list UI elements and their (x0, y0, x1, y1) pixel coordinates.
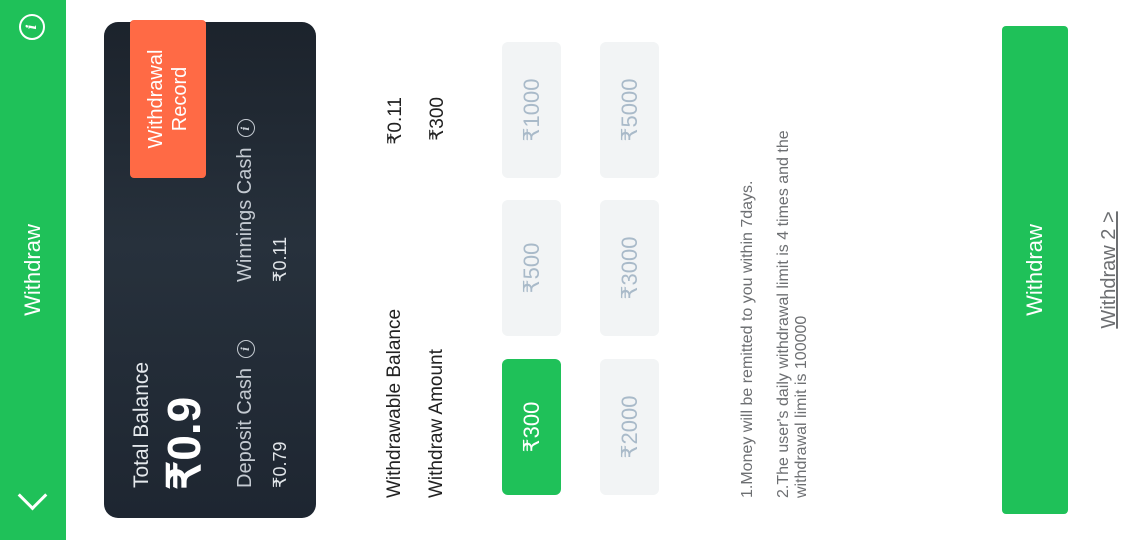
winnings-cash-value: ₹0.11 (270, 236, 290, 282)
winnings-cash-text: Winnings Cash (234, 147, 256, 282)
withdrawal-record-button[interactable]: Withdrawal Record (130, 20, 206, 178)
total-balance-label: Total Balance (130, 361, 153, 488)
withdrawable-balance-label: Withdrawable Balance (384, 308, 405, 498)
withdraw-screen: Withdraw i Total Balance ₹0.9 Withdrawal… (0, 0, 1148, 540)
balance-card: Total Balance ₹0.9 Withdrawal Record Dep… (104, 20, 316, 518)
withdrawable-balance-value: ₹0.11 (385, 97, 406, 145)
withdraw-2-link[interactable]: Withdraw 2 > (1098, 0, 1121, 540)
total-balance-value: ₹0.9 (158, 396, 210, 490)
withdraw-amount-label: Withdraw Amount (426, 349, 447, 498)
info-icon[interactable]: i (236, 339, 255, 358)
withdraw-button[interactable]: Withdraw (1002, 26, 1068, 514)
page-title: Withdraw (20, 224, 45, 316)
header-bar: Withdraw i (0, 0, 66, 540)
amount-option-3000[interactable]: ₹3000 (600, 200, 659, 336)
withdraw-amount-value: ₹300 (427, 97, 448, 141)
amount-option-2000[interactable]: ₹2000 (600, 359, 659, 495)
info-icon[interactable]: i (236, 119, 255, 138)
withdrawal-record-label: Withdrawal Record (145, 49, 191, 149)
amount-option-1000[interactable]: ₹1000 (502, 42, 561, 178)
note-daily-limit: 2.The user's daily withdrawal limit is 4… (775, 130, 810, 498)
info-icon[interactable]: i (19, 14, 45, 40)
note-remit-time: 1.Money will be remitted to you within 7… (739, 180, 756, 498)
deposit-cash-label: Deposit Cash i (234, 339, 257, 488)
amount-option-5000[interactable]: ₹5000 (600, 42, 659, 178)
amount-option-500[interactable]: ₹500 (502, 200, 561, 336)
deposit-cash-value: ₹0.79 (270, 441, 290, 489)
deposit-cash-text: Deposit Cash (234, 367, 256, 488)
winnings-cash-label: Winnings Cash i (234, 119, 257, 282)
amount-option-300[interactable]: ₹300 (502, 359, 561, 495)
